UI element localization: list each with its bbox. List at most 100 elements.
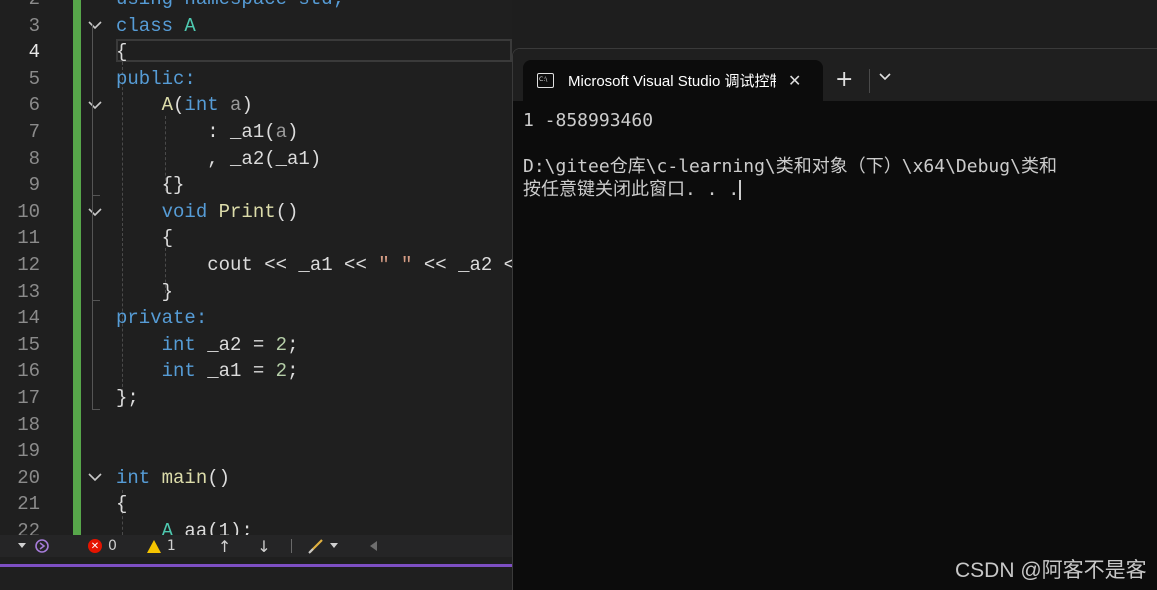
line-number: 9 (28, 174, 40, 197)
console-tab[interactable]: Microsoft Visual Studio 调试控制台 ✕ (523, 60, 823, 101)
next-issue-button[interactable]: ↓ (257, 535, 270, 557)
code-cleanup-button[interactable] (307, 535, 338, 557)
code-line: : _a1(a) (116, 119, 512, 146)
code-token: } (161, 280, 174, 303)
line-number: 8 (28, 147, 40, 170)
console-line: 1 -858993460 (523, 110, 654, 131)
csdn-watermark: CSDN @阿客不是客 (955, 559, 1147, 582)
warning-icon (146, 539, 161, 553)
code-token: int (184, 94, 219, 117)
arrow-up-icon: ↑ (217, 536, 232, 556)
code-token: a (230, 94, 242, 117)
line-number: 6 (28, 94, 40, 117)
code-line: using namespace std; (116, 0, 512, 13)
code-line: { (116, 39, 512, 66)
titlebar-divider (869, 69, 870, 93)
code-token: using namespace std; (116, 0, 344, 10)
code-token: int (116, 466, 151, 489)
code-token: ( (173, 94, 185, 117)
code-token: cout << _a1 << (207, 253, 379, 276)
code-token: main (161, 466, 208, 489)
code-token: () (275, 200, 299, 223)
console-output[interactable]: 1 -858993460 D:\gitee仓库\c-learning\类和对象（… (523, 109, 1157, 201)
debug-console-window[interactable]: Microsoft Visual Studio 调试控制台 ✕ + 1 -858… (512, 48, 1157, 590)
chevron-down-icon (329, 543, 338, 548)
warning-count[interactable]: 1 (146, 535, 176, 557)
brush-icon (307, 539, 323, 554)
code-line: } (116, 279, 512, 306)
intellicode-icon[interactable] (34, 535, 52, 557)
new-tab-button[interactable]: + (835, 67, 853, 92)
arrow-down-icon: ↓ (257, 536, 271, 556)
code-token: () (207, 466, 231, 489)
code-line: cout << _a1 << " " << _a2 << (116, 252, 512, 279)
code-line: public: (116, 66, 512, 93)
code-token: { (116, 493, 128, 516)
console-titlebar[interactable]: Microsoft Visual Studio 调试控制台 ✕ + (513, 49, 1157, 101)
code-token: " " (378, 253, 413, 276)
scope-dropdown-chevron-icon[interactable] (18, 535, 26, 557)
code-line: int main() (116, 465, 512, 492)
line-number: 22 (17, 519, 40, 535)
error-count[interactable]: ✕ 0 (88, 535, 117, 557)
line-number: 20 (17, 466, 40, 489)
console-tab-title: Microsoft Visual Studio 调试控制台 (568, 73, 776, 90)
code-token: Print (218, 200, 276, 223)
code-text[interactable]: using namespace std; class A { public: A… (116, 0, 512, 535)
line-number: 5 (28, 67, 40, 90)
panel-accent-line (0, 564, 512, 567)
editor-status-bar: ✕ 0 1 ↑ ↓ (0, 535, 512, 557)
code-token: A (161, 94, 174, 117)
line-number: 11 (17, 227, 40, 250)
status-divider (290, 539, 292, 553)
line-number: 19 (17, 440, 40, 463)
console-line-prompt: 按任意键关闭此窗口. . . (523, 178, 1157, 201)
code-token: << _a2 << (423, 253, 512, 276)
code-line: {} (116, 172, 512, 199)
fold-chevron-icon[interactable] (80, 465, 110, 492)
code-token: ; (287, 333, 299, 356)
code-line: , _a2(_a1) (116, 146, 512, 173)
code-line: }; (116, 385, 512, 412)
code-token: private: (116, 307, 208, 330)
output-panel-strip (0, 557, 512, 590)
code-token: a (275, 120, 288, 143)
code-token: 2 (275, 360, 288, 383)
scroll-left-icon[interactable] (369, 535, 377, 557)
line-number: 17 (17, 386, 40, 409)
code-token: A (184, 14, 196, 37)
code-line: private: (116, 305, 512, 332)
close-tab-icon[interactable]: ✕ (788, 71, 801, 90)
error-icon: ✕ (88, 539, 102, 553)
error-count-label: 0 (108, 538, 117, 554)
code-token: }; (116, 386, 139, 409)
code-token: { (161, 227, 174, 250)
code-token: A (161, 519, 174, 535)
previous-issue-button[interactable]: ↑ (218, 535, 231, 557)
code-line: A(int a) (116, 92, 512, 119)
code-line: int _a1 = 2; (116, 358, 512, 385)
line-number: 7 (28, 120, 40, 143)
code-token: , _a2(_a1) (207, 147, 322, 170)
tab-dropdown-chevron-icon[interactable] (879, 69, 891, 85)
code-token: int (161, 360, 196, 383)
line-number-current: 4 (28, 41, 40, 64)
warning-count-label: 1 (166, 538, 176, 554)
code-token: _a2 = (195, 333, 276, 356)
fold-bracket (92, 104, 100, 196)
line-number: 15 (17, 333, 40, 356)
code-editor[interactable]: 2 3 4 5 6 7 8 9 10 11 12 13 14 15 16 17 … (0, 0, 512, 535)
code-line: { (116, 491, 512, 518)
code-token: 2 (275, 333, 288, 356)
line-number: 12 (17, 253, 40, 276)
fold-bracket (92, 211, 100, 301)
line-number: 14 (17, 307, 40, 330)
code-token: ; (287, 360, 299, 383)
code-line: int _a2 = 2; (116, 332, 512, 359)
code-token: int (161, 333, 196, 356)
line-number: 3 (28, 14, 40, 37)
line-number: 18 (17, 413, 40, 436)
code-token: _a1 = (195, 360, 276, 383)
